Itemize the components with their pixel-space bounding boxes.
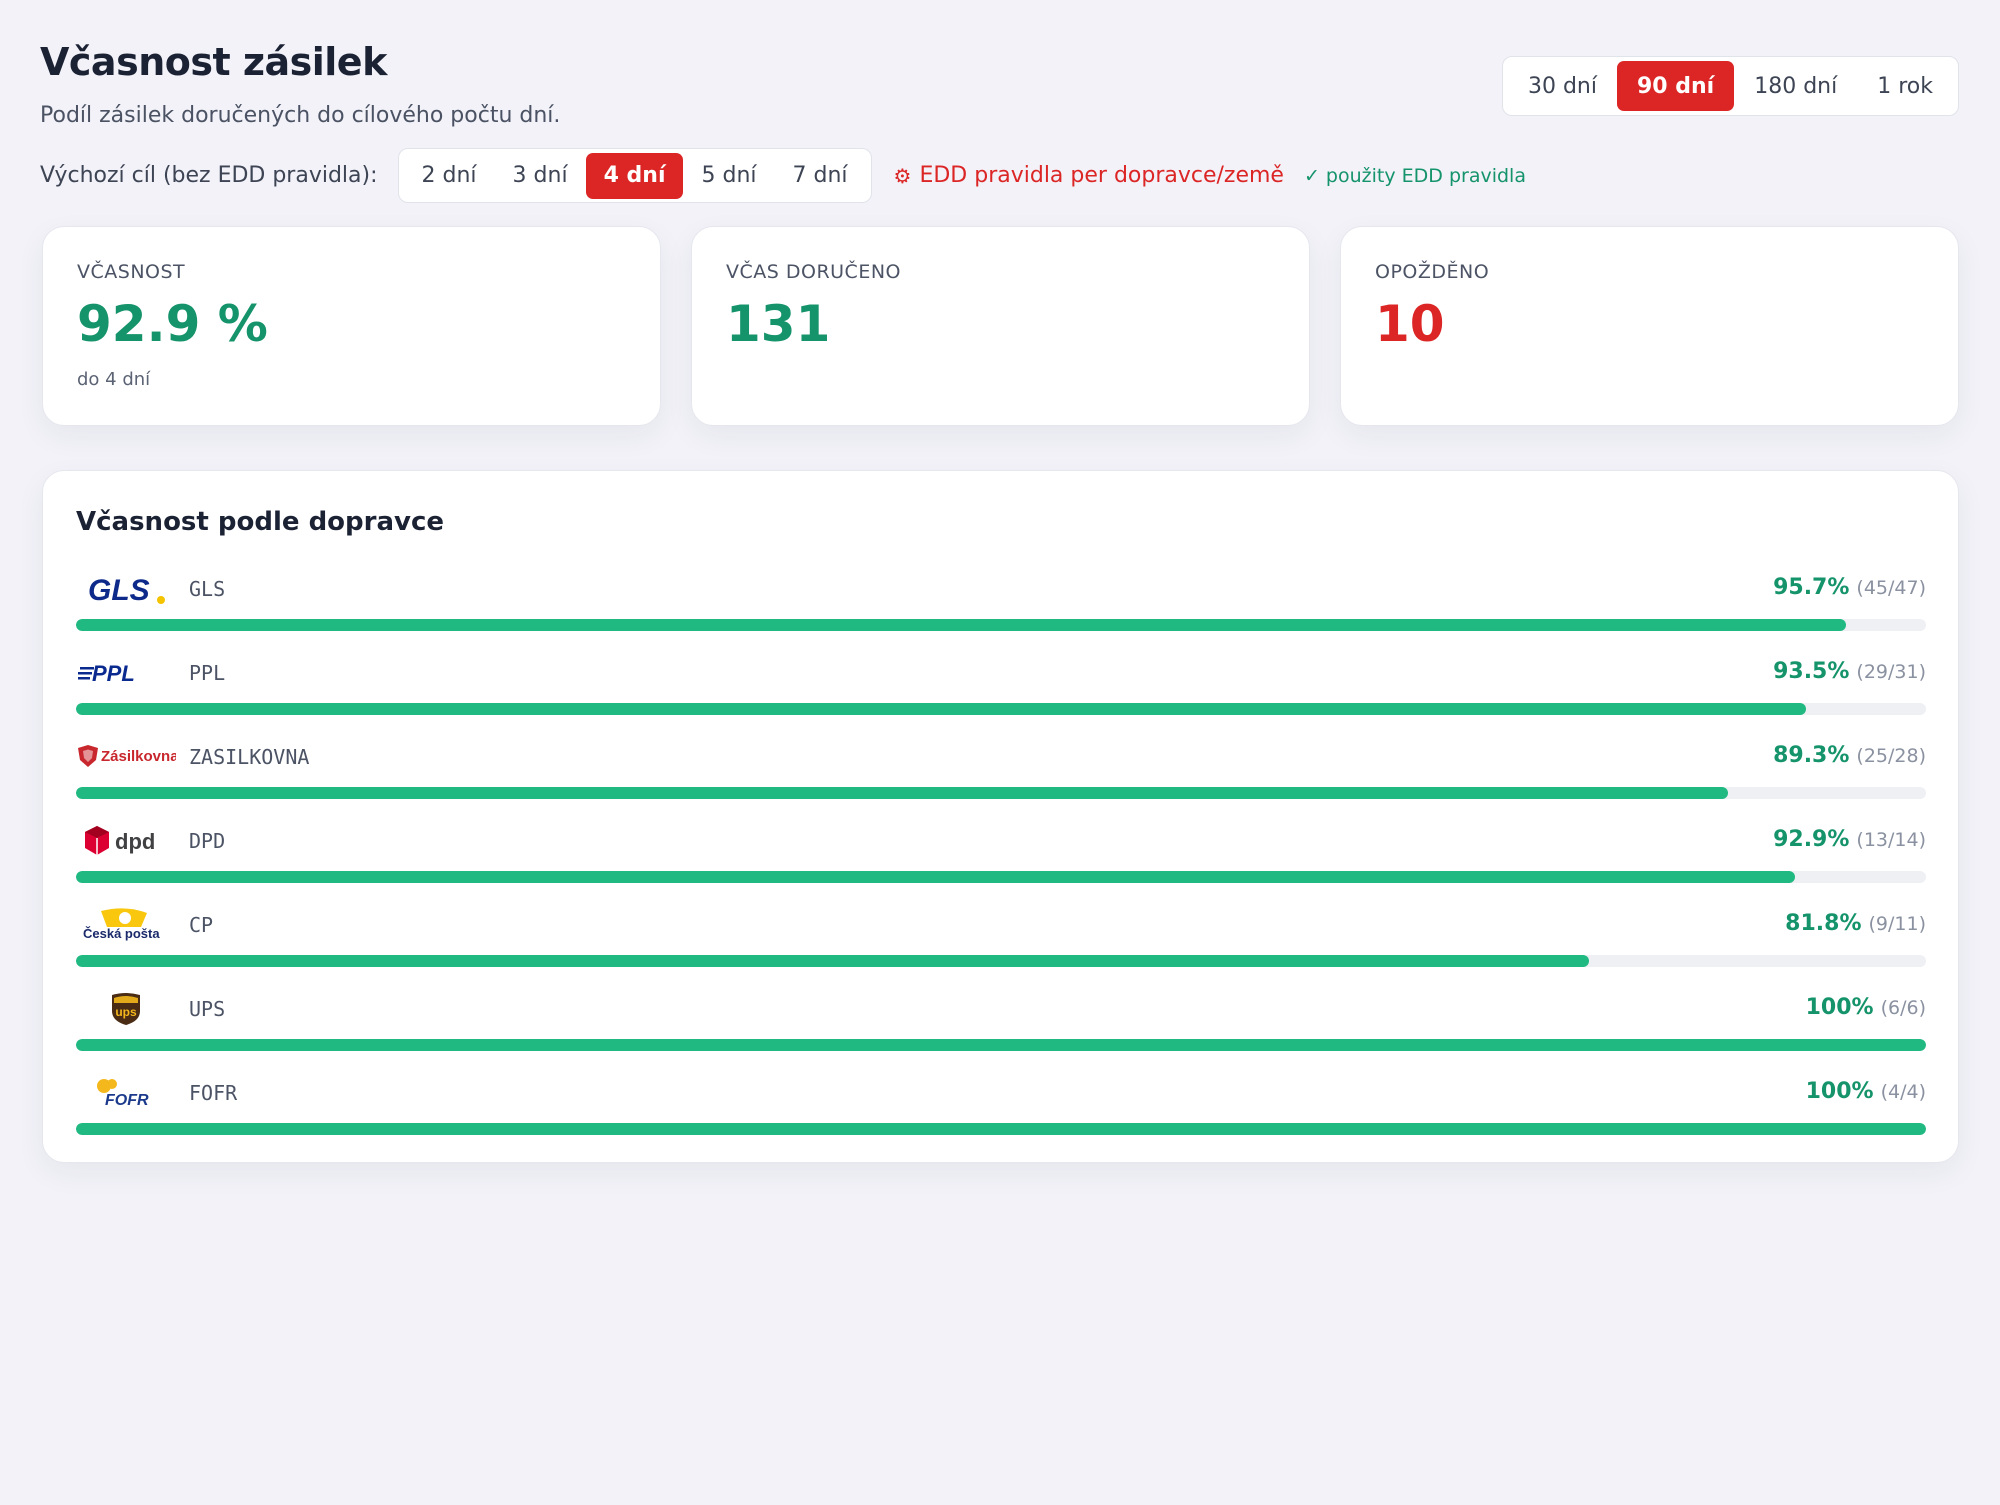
target-option-7-days[interactable]: 7 dní	[775, 153, 866, 199]
kpi-card-ontime: VČASNOST 92.9 % do 4 dní	[42, 226, 661, 426]
carrier-stat: 100% (4/4)	[1806, 1079, 1926, 1104]
progress-fill	[76, 787, 1729, 799]
target-option-4-days[interactable]: 4 dní	[585, 152, 684, 199]
target-row: Výchozí cíl (bez EDD pravidla): 2 dní 3 …	[40, 148, 1526, 203]
kpi-card-late: OPOŽDĚNO 10	[1340, 226, 1959, 426]
progress-bar	[76, 619, 1926, 631]
carrier-stat: 100% (6/6)	[1806, 995, 1926, 1020]
carrier-code: GLS	[189, 577, 226, 601]
svg-text:dpd: dpd	[115, 829, 155, 854]
zasilkovna-logo-text: Zásilkovna	[101, 748, 176, 765]
kpi-value: 92.9 %	[77, 295, 268, 353]
carrier-fraction: (45/47)	[1856, 577, 1926, 599]
kpi-card-delivered: VČAS DORUČENO 131	[691, 226, 1310, 426]
kpi-value: 10	[1375, 295, 1445, 353]
progress-bar	[76, 787, 1926, 799]
range-selector: 30 dní 90 dní 180 dní 1 rok	[1501, 56, 1959, 116]
carrier-stat: 81.8% (9/11)	[1785, 911, 1926, 936]
carrier-row: Česká pošta CP 81.8% (9/11)	[76, 905, 1926, 975]
ceska-posta-logo: Česká pošta	[76, 905, 176, 945]
progress-bar	[76, 1123, 1926, 1135]
carrier-code: ZASILKOVNA	[189, 745, 310, 769]
progress-bar	[76, 703, 1926, 715]
svg-text:PPL: PPL	[92, 661, 135, 686]
target-label: Výchozí cíl (bez EDD pravidla):	[40, 163, 378, 188]
progress-fill	[76, 871, 1795, 883]
target-selector: 2 dní 3 dní 4 dní 5 dní 7 dní	[397, 148, 872, 203]
carrier-code: UPS	[189, 997, 226, 1021]
target-option-5-days[interactable]: 5 dní	[683, 153, 774, 199]
carrier-row: GLS GLS 95.7% (45/47)	[76, 569, 1926, 639]
svg-text:ups: ups	[115, 1005, 137, 1019]
carrier-fraction: (25/28)	[1856, 745, 1926, 767]
kpi-note: do 4 dní	[77, 369, 151, 390]
kpi-label: VČASNOST	[77, 261, 186, 283]
page-title: Včasnost zásilek	[40, 40, 387, 84]
kpi-label: OPOŽDĚNO	[1375, 261, 1490, 283]
carrier-percent: 92.9%	[1773, 827, 1850, 852]
carrier-code: DPD	[189, 829, 226, 853]
carrier-panel: Včasnost podle dopravce GLS GLS 95.7% (4…	[42, 470, 1959, 1163]
ppl-logo: PPL	[76, 653, 176, 693]
svg-text:GLS: GLS	[88, 574, 150, 606]
carrier-stat: 93.5% (29/31)	[1773, 659, 1926, 684]
page-subtitle: Podíl zásilek doručených do cílového poč…	[40, 103, 561, 128]
carrier-fraction: (6/6)	[1880, 997, 1926, 1019]
progress-fill	[76, 1039, 1926, 1051]
kpi-value: 131	[726, 295, 831, 353]
edd-rules-label: EDD pravidla per dopravce/země	[919, 163, 1284, 188]
range-option-90-days[interactable]: 90 dní	[1616, 61, 1735, 111]
carrier-code: PPL	[189, 661, 226, 685]
carrier-row: dpd DPD 92.9% (13/14)	[76, 821, 1926, 891]
range-option-30-days[interactable]: 30 dní	[1508, 61, 1617, 111]
kpi-label: VČAS DORUČENO	[726, 261, 901, 283]
progress-bar	[76, 955, 1926, 967]
progress-bar	[76, 871, 1926, 883]
carrier-percent: 89.3%	[1773, 743, 1850, 768]
carrier-code: FOFR	[189, 1081, 238, 1105]
ceska-posta-logo-text: Česká pošta	[83, 926, 160, 941]
carrier-percent: 93.5%	[1773, 659, 1850, 684]
gear-icon: ⚙	[893, 163, 912, 188]
svg-text:FOFR: FOFR	[105, 1092, 149, 1109]
progress-fill	[76, 703, 1806, 715]
ups-logo: ups	[76, 989, 176, 1029]
progress-bar	[76, 1039, 1926, 1051]
panel-title: Včasnost podle dopravce	[76, 507, 445, 537]
edd-rules-link[interactable]: ⚙ EDD pravidla per dopravce/země	[894, 163, 1284, 188]
carrier-stat: 92.9% (13/14)	[1773, 827, 1926, 852]
carrier-fraction: (9/11)	[1868, 913, 1927, 935]
zasilkovna-logo: Zásilkovna	[76, 737, 176, 777]
gls-logo: GLS	[76, 569, 176, 609]
carrier-code: CP	[189, 913, 214, 937]
carrier-row: PPL PPL 93.5% (29/31)	[76, 653, 1926, 723]
carrier-fraction: (29/31)	[1856, 661, 1926, 683]
carrier-fraction: (4/4)	[1880, 1081, 1926, 1103]
carrier-percent: 100%	[1805, 995, 1874, 1020]
target-option-2-days[interactable]: 2 dní	[404, 153, 495, 199]
fofr-logo: FOFR	[76, 1073, 176, 1113]
carrier-stat: 95.7% (45/47)	[1773, 575, 1926, 600]
edd-status: ✓ použity EDD pravidla	[1303, 164, 1526, 187]
carrier-stat: 89.3% (25/28)	[1773, 743, 1926, 768]
carrier-percent: 100%	[1805, 1079, 1874, 1104]
dpd-logo: dpd	[76, 821, 176, 861]
progress-fill	[76, 1123, 1926, 1135]
carrier-percent: 95.7%	[1773, 575, 1850, 600]
carrier-fraction: (13/14)	[1856, 829, 1926, 851]
range-option-1-year[interactable]: 1 rok	[1857, 61, 1953, 111]
carrier-row: Zásilkovna ZASILKOVNA 89.3% (25/28)	[76, 737, 1926, 807]
range-option-180-days[interactable]: 180 dní	[1734, 61, 1857, 111]
carrier-row: ups UPS 100% (6/6)	[76, 989, 1926, 1059]
carrier-percent: 81.8%	[1785, 911, 1862, 936]
carrier-row: FOFR FOFR 100% (4/4)	[76, 1073, 1926, 1143]
progress-fill	[76, 955, 1590, 967]
progress-fill	[76, 619, 1847, 631]
target-option-3-days[interactable]: 3 dní	[495, 153, 586, 199]
